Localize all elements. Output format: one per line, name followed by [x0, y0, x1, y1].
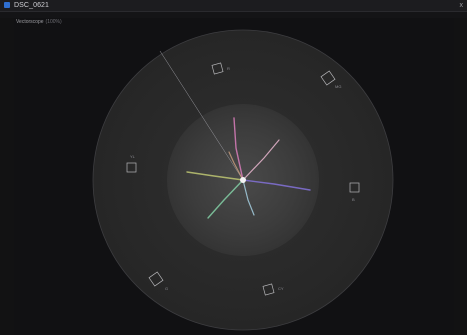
center-neutral-point — [240, 177, 246, 183]
scope-zoom: (100%) — [45, 19, 62, 25]
svg-text:CY: CY — [278, 286, 284, 291]
app-window: DSC_0621 x R MG B CY G YL Vectorscope (1… — [0, 0, 467, 335]
vectorscope-graph: R MG B CY G YL — [92, 29, 394, 331]
title-bar[interactable]: DSC_0621 x — [0, 0, 467, 12]
svg-text:R: R — [227, 66, 230, 71]
image-file-icon — [4, 2, 10, 8]
window-title: DSC_0621 — [14, 2, 50, 9]
scope-label: Vectorscope (100%) — [16, 18, 62, 26]
svg-text:B: B — [352, 197, 355, 202]
svg-text:G: G — [165, 286, 168, 291]
svg-text:YL: YL — [130, 154, 136, 159]
svg-text:MG: MG — [335, 84, 341, 89]
vectorscope-panel: R MG B CY G YL Vectorscope (100%) — [14, 18, 454, 335]
scope-name: Vectorscope — [16, 19, 44, 25]
close-icon[interactable]: x — [460, 0, 464, 11]
